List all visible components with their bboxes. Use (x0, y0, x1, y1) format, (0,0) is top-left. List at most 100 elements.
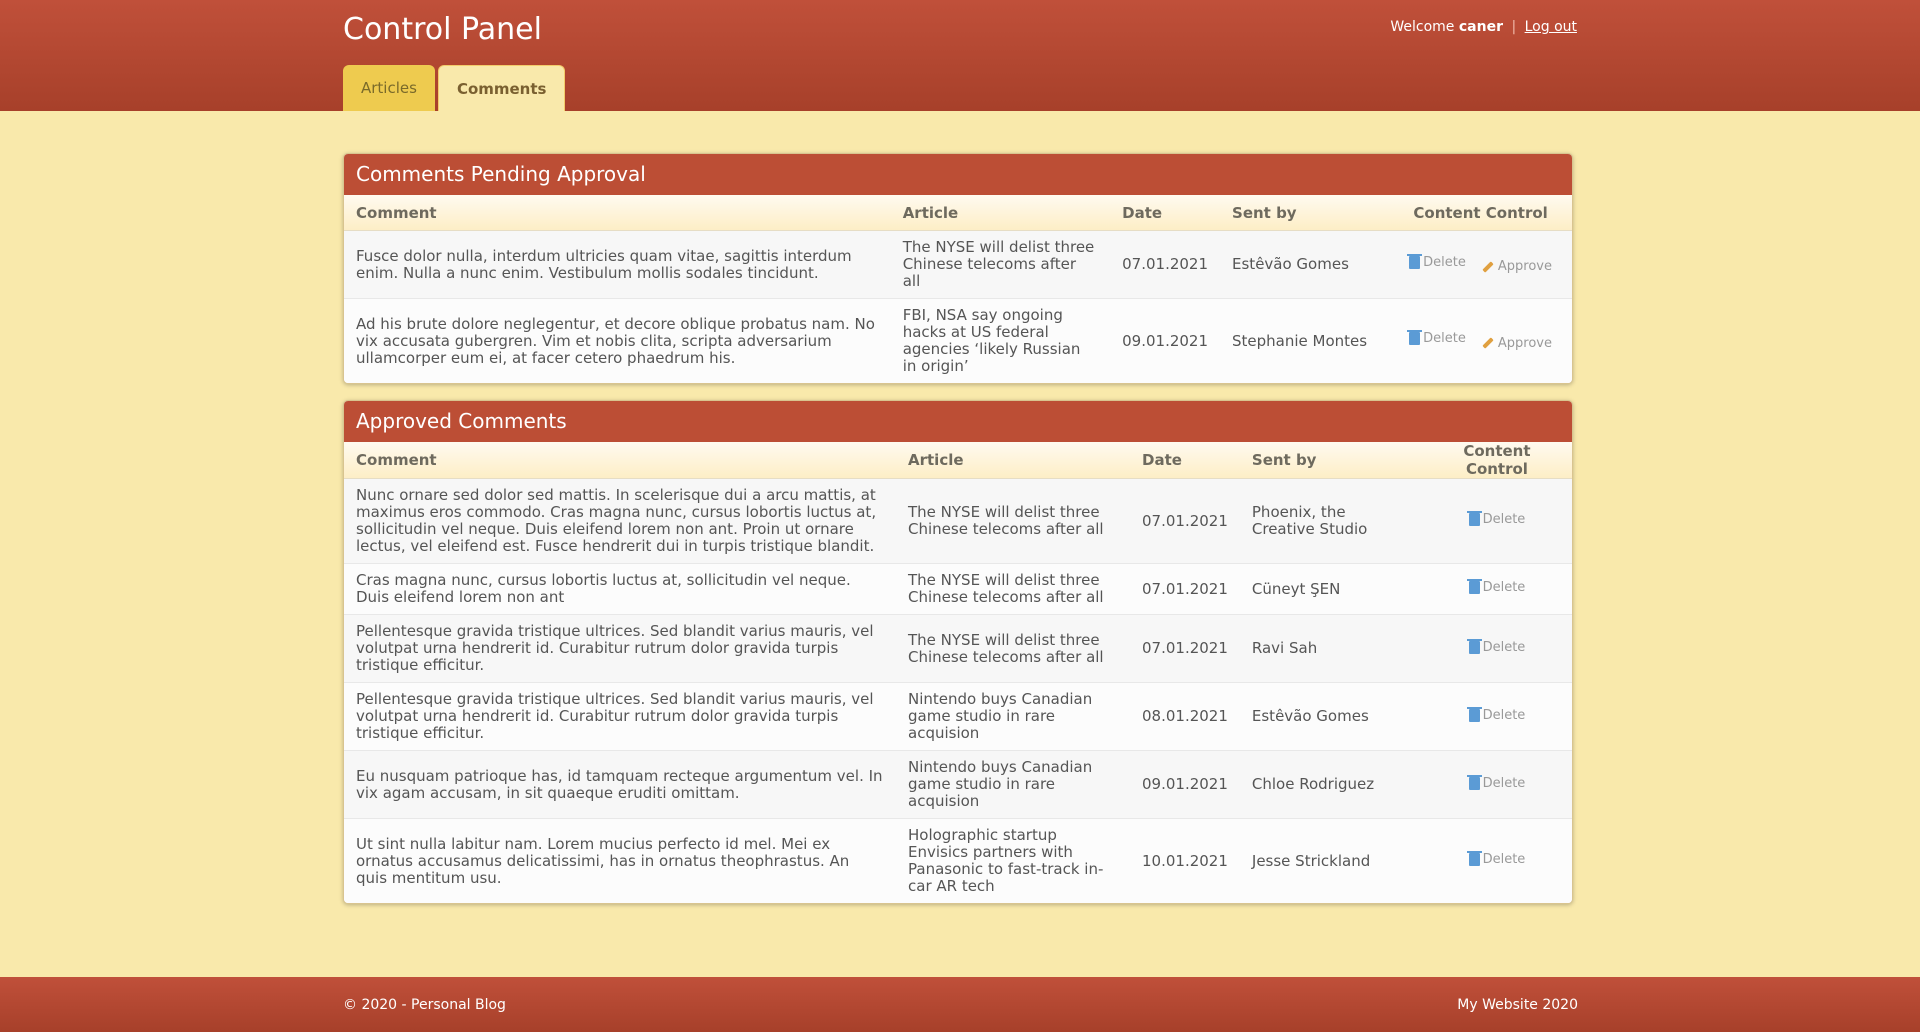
trash-icon (1407, 253, 1423, 269)
date-cell: 08.01.2021 (1130, 682, 1240, 751)
comment-cell: Cras magna nunc, cursus lobortis luctus … (344, 563, 896, 615)
delete-button-label: Delete (1482, 512, 1526, 527)
content-control-cell: Delete (1421, 682, 1572, 751)
col-sent-by: Sent by (1220, 195, 1390, 231)
approved-comments-table: Comment Article Date Sent by Content Con… (344, 442, 1572, 903)
comment-cell: Nunc ornare sed dolor sed mattis. In sce… (344, 478, 896, 564)
footer: © 2020 - Personal Blog My Website 2020 (0, 977, 1920, 1032)
logout-link[interactable]: Log out (1525, 19, 1577, 35)
approve-button-label: Approve (1497, 259, 1552, 275)
content-control-cell: Delete (1421, 563, 1572, 615)
nav-tabs: Articles Comments (343, 65, 568, 111)
col-comment: Comment (344, 442, 896, 479)
delete-button-label: Delete (1482, 707, 1526, 723)
pending-comments-table: Comment Article Date Sent by Content Con… (344, 195, 1572, 383)
content-control-cell: Delete (1421, 750, 1572, 819)
date-cell: 10.01.2021 (1130, 818, 1240, 903)
sender-cell: Chloe Rodriguez (1239, 750, 1422, 819)
comment-cell: Eu nusquam patrioque has, id tamquam rec… (344, 750, 896, 819)
welcome-text: Welcome (1390, 19, 1455, 35)
delete-button[interactable]: Delete (1466, 706, 1526, 724)
delete-button[interactable]: Delete (1466, 851, 1526, 868)
sender-cell: Jesse Strickland (1239, 818, 1422, 903)
table-row: Ut sint nulla labitur nam. Lorem mucius … (344, 818, 1572, 903)
user-bar-separator: | (1511, 19, 1517, 35)
date-cell: 07.01.2021 (1130, 563, 1240, 615)
comment-cell: Pellentesque gravida tristique ultrices.… (344, 614, 896, 683)
article-cell: The NYSE will delist three Chinese telec… (896, 614, 1130, 683)
article-cell: Nintendo buys Canadian game studio in ra… (896, 682, 1130, 751)
trash-icon (1466, 638, 1482, 654)
article-cell: The NYSE will delist three Chinese telec… (890, 230, 1111, 299)
delete-button[interactable]: Delete (1466, 579, 1526, 596)
table-header-row: Comment Article Date Sent by Content Con… (344, 195, 1572, 231)
article-cell: Holographic startup Envisics partners wi… (896, 818, 1130, 903)
pencil-icon (1482, 261, 1494, 273)
col-date: Date (1130, 442, 1240, 479)
delete-button-label: Delete (1482, 852, 1526, 867)
pending-comments-panel: Comments Pending Approval Comment Articl… (343, 153, 1573, 384)
comment-cell: Pellentesque gravida tristique ultrices.… (344, 682, 896, 751)
user-bar: Welcome caner | Log out (1390, 19, 1577, 35)
table-row: Pellentesque gravida tristique ultrices.… (344, 614, 1572, 683)
content-control-cell: Delete (1421, 818, 1572, 903)
col-article: Article (890, 195, 1111, 231)
delete-button-label: Delete (1482, 580, 1526, 595)
date-cell: 09.01.2021 (1130, 750, 1240, 819)
approve-button[interactable]: Approve (1482, 335, 1552, 352)
table-row: Pellentesque gravida tristique ultrices.… (344, 682, 1572, 751)
delete-button[interactable]: Delete (1407, 330, 1466, 347)
pencil-icon (1482, 337, 1494, 349)
delete-button-label: Delete (1482, 775, 1526, 791)
approved-comments-panel: Approved Comments Comment Article Date S… (343, 400, 1573, 904)
trash-icon (1466, 706, 1482, 722)
username: caner (1458, 19, 1503, 35)
date-cell: 07.01.2021 (1110, 230, 1221, 299)
table-row: Cras magna nunc, cursus lobortis luctus … (344, 563, 1572, 615)
col-article: Article (896, 442, 1130, 479)
sender-cell: Phoenix, the Creative Studio (1239, 478, 1422, 564)
date-cell: 07.01.2021 (1130, 614, 1240, 683)
delete-button[interactable]: Delete (1466, 511, 1526, 528)
content-control-cell: Delete Approve (1389, 298, 1572, 383)
col-content-control: Content Control (1389, 195, 1572, 231)
delete-button-label: Delete (1423, 254, 1466, 270)
col-content-control: Content Control (1421, 442, 1572, 479)
article-cell: FBI, NSA say ongoing hacks at US federal… (890, 298, 1111, 383)
footer-copyright: © 2020 - Personal Blog (343, 997, 506, 1013)
delete-button-label: Delete (1482, 639, 1526, 655)
tab-articles[interactable]: Articles (343, 65, 435, 111)
content-control-cell: Delete (1421, 478, 1572, 564)
table-header-row: Comment Article Date Sent by Content Con… (344, 442, 1572, 479)
trash-icon (1466, 851, 1482, 866)
table-row: Fusce dolor nulla, interdum ultricies qu… (344, 230, 1572, 299)
col-comment: Comment (344, 195, 891, 231)
trash-icon (1466, 774, 1482, 790)
approve-button[interactable]: Approve (1482, 258, 1552, 275)
tab-comments[interactable]: Comments (437, 65, 566, 111)
approve-button-label: Approve (1497, 335, 1552, 351)
delete-button-label: Delete (1423, 331, 1466, 347)
comment-cell: Fusce dolor nulla, interdum ultricies qu… (344, 230, 891, 299)
delete-button[interactable]: Delete (1466, 774, 1526, 792)
col-date: Date (1110, 195, 1221, 231)
sender-cell: Stephanie Montes (1220, 298, 1390, 383)
date-cell: 09.01.2021 (1110, 298, 1221, 383)
date-cell: 07.01.2021 (1130, 478, 1240, 564)
content-control-cell: Delete Approve (1389, 230, 1572, 299)
table-row: Ad his brute dolore neglegentur, et deco… (344, 298, 1572, 383)
approved-panel-title: Approved Comments (344, 401, 1572, 442)
delete-button[interactable]: Delete (1466, 638, 1526, 656)
comment-cell: Ad his brute dolore neglegentur, et deco… (344, 298, 891, 383)
top-header: Control Panel Welcome caner | Log out Ar… (0, 0, 1920, 111)
pending-panel-title: Comments Pending Approval (344, 154, 1572, 195)
col-sent-by: Sent by (1239, 442, 1422, 479)
sender-cell: Estêvão Gomes (1220, 230, 1390, 299)
sender-cell: Cüneyt ŞEN (1239, 563, 1422, 615)
comment-cell: Ut sint nulla labitur nam. Lorem mucius … (344, 818, 896, 903)
trash-icon (1466, 579, 1482, 594)
article-cell: The NYSE will delist three Chinese telec… (896, 478, 1130, 564)
delete-button[interactable]: Delete (1407, 253, 1466, 271)
trash-icon (1466, 511, 1482, 526)
table-row: Eu nusquam patrioque has, id tamquam rec… (344, 750, 1572, 819)
